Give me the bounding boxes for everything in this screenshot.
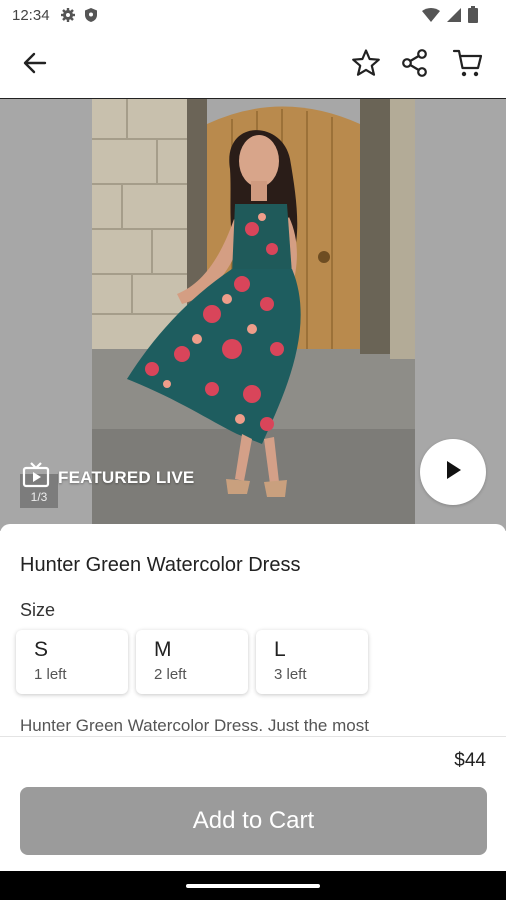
size-name: M [154,638,172,661]
size-stock: 3 left [274,666,307,683]
size-options: S 1 left M 2 left L 3 left [16,630,368,694]
play-icon [442,459,464,486]
star-icon [351,48,381,83]
divider [0,736,506,737]
status-time: 12:34 [12,7,50,24]
home-gesture-handle[interactable] [186,884,320,888]
size-stock: 1 left [34,666,67,683]
product-title: Hunter Green Watercolor Dress [20,554,301,576]
add-to-cart-button[interactable]: Add to Cart [20,787,487,855]
product-description: Hunter Green Watercolor Dress. Just the … [20,716,369,735]
product-price: $44 [454,750,486,771]
featured-live-badge[interactable]: FEATURED LIVE [22,462,194,493]
status-icons-left [60,7,98,28]
product-details-sheet: Hunter Green Watercolor Dress Size S 1 l… [0,524,506,736]
back-button[interactable] [18,50,52,80]
play-video-button[interactable] [420,439,486,505]
status-icons-right [422,6,478,28]
system-navigation-bar [0,871,506,900]
signal-icon [446,7,462,28]
tv-icon [22,462,50,493]
size-name: L [274,638,286,661]
cart-icon [452,48,484,83]
wifi-icon [422,7,440,28]
share-button[interactable] [398,48,432,82]
settings-icon [60,7,76,28]
size-label: Size [20,600,56,620]
cart-button[interactable] [451,48,485,82]
featured-live-label: FEATURED LIVE [58,467,195,487]
battery-icon [468,6,478,28]
shield-icon [84,7,98,28]
size-name: S [34,638,49,661]
status-bar: 12:34 [0,0,506,32]
back-arrow-icon [23,52,47,79]
size-option-l[interactable]: L 3 left [256,630,368,694]
favorite-button[interactable] [349,48,383,82]
size-option-m[interactable]: M 2 left [136,630,248,694]
product-image-carousel[interactable]: 1/3 FEATURED LIVE [0,99,506,531]
app-bar [0,32,506,99]
share-icon [400,48,430,83]
size-option-s[interactable]: S 1 left [16,630,128,694]
size-stock: 2 left [154,666,187,683]
